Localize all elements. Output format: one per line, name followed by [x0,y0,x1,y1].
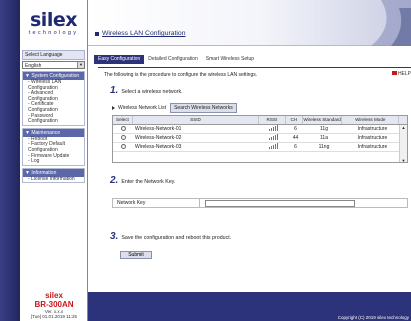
title-bullet-icon [95,32,99,36]
app-root: silex technology Select Language English… [0,0,411,321]
rssi-cell [260,125,287,133]
sidebar: silex technology Select Language English… [20,0,88,321]
help-icon [391,71,397,75]
channel-cell: 6 [294,144,297,150]
brand-tagline: technology [28,29,79,36]
footer-brand: silex [45,291,63,300]
standard-cell: 11ng [318,144,330,150]
step-number: 1. [110,85,119,96]
help-link[interactable]: HELP [391,71,411,77]
page-title: Wireless LAN Configuration [102,30,186,37]
step-text: Select a wireless network. [121,89,183,95]
step-text: Save the configuration and reboot this p… [121,235,232,241]
search-networks-button[interactable]: Search Wireless Networks [170,103,237,113]
column-header: Wireless Standard [303,116,343,124]
brand-logo: silex technology [20,0,87,46]
network-list-bar: Wireless Network List Search Wireless Ne… [112,103,237,113]
column-header: CH [286,116,303,124]
column-header: SSID [133,116,259,124]
brand-name: silex [30,8,77,31]
step-number: 3. [110,231,119,242]
nav-item[interactable]: - Log [23,159,84,165]
mode-cell: Infrastructure [357,126,388,132]
network-radio[interactable] [120,125,126,131]
left-strip [0,0,20,321]
network-key-row: Network Key [112,198,408,208]
nav-maintenance: ▼ Maintenance - Reboot - Factory Default… [22,127,85,166]
submit-button[interactable]: Submit [120,251,152,259]
network-radio[interactable] [120,134,126,140]
help-label: HELP [397,71,411,77]
rssi-cell [260,134,287,142]
language-label: Select Language [22,50,85,60]
channel-cell: 6 [294,126,297,132]
step-number: 2. [110,175,119,186]
language-select[interactable]: English ▼ [22,61,85,69]
product-info: silex BR-300AN Ver. x.x.x [Tue] 01.01.20… [20,291,88,321]
network-key-input[interactable] [205,199,355,207]
table-row[interactable]: Wireless-Network-03 6 11ng Infrastructur… [113,143,407,152]
network-table: Select SSID RSSI CH Wireless Standard Wi… [112,115,408,163]
column-header-spacer [399,116,407,124]
copyright-text: Copyright (C) 2019 silex technology [337,315,409,320]
nav-system-configuration: ▼ System Configuration - Wireless LAN Co… [22,71,85,126]
tab-detailed-configuration[interactable]: Detailed Configuration [144,55,201,64]
page-header: Wireless LAN Configuration [88,0,411,46]
select-cell [113,125,133,133]
nav-item[interactable]: Configuration [23,119,84,125]
select-cell [113,143,133,151]
main-panel: Wireless LAN Configuration Easy Configur… [88,0,411,321]
mode-cell: Infrastructure [357,135,388,141]
select-cell [113,134,133,142]
tab-bar: Easy Configuration Detailed Configuratio… [94,55,258,64]
network-list-label: Wireless Network List [118,105,167,111]
easy-config-content: The following is the procedure to config… [98,67,411,292]
ssid-cell: Wireless-Network-02 [135,135,182,141]
page-footer: Copyright (C) 2019 silex technology [88,292,411,321]
step-2: 2. Enter the Network Key. [110,176,175,186]
mode-cell: Infrastructure [357,144,388,150]
channel-cell: 44 [292,135,299,141]
model-name: BR-300AN [34,300,74,309]
signal-strength-icon [268,134,279,140]
nav-item[interactable]: - License Information [23,176,84,183]
tab-smart-wireless-setup[interactable]: Smart Wireless Setup [202,55,258,64]
rssi-cell [260,143,287,151]
standard-cell: 11g [320,126,328,132]
standard-cell: 11a [320,135,328,141]
intro-text: The following is the procedure to config… [104,72,258,78]
language-value: English [25,63,42,69]
ssid-cell: Wireless-Network-03 [135,144,182,150]
chevron-down-icon: ▼ [77,62,84,68]
ssid-cell: Wireless-Network-01 [135,126,182,132]
step-3: 3. Save the configuration and reboot thi… [110,232,231,242]
step-text: Enter the Network Key. [121,179,176,185]
tab-easy-configuration[interactable]: Easy Configuration [94,55,145,64]
table-row[interactable]: Wireless-Network-01 6 11g Infrastructure [113,125,407,134]
column-header: Wireless Mode [342,116,400,124]
header-decoration-icon [351,0,411,46]
signal-strength-icon [268,125,279,131]
date-text: [Tue] 01.01.2019 11:25 [30,314,78,319]
table-row[interactable]: Wireless-Network-02 44 11a Infrastructur… [113,134,407,143]
triangle-right-icon [112,106,115,110]
nav-information: ▼ Information - License Information [22,167,85,184]
table-scrollbar[interactable]: ▲ ▼ [399,125,407,162]
table-header: Select SSID RSSI CH Wireless Standard Wi… [113,116,407,125]
column-header: Select [113,116,133,124]
column-header: RSSI [259,116,286,124]
scroll-down-icon[interactable]: ▼ [400,158,407,162]
signal-strength-icon [268,143,279,149]
scroll-up-icon[interactable]: ▲ [400,125,407,130]
network-radio[interactable] [120,143,126,149]
network-key-label: Network Key [113,199,200,207]
step-1: 1. Select a wireless network. [110,86,183,96]
